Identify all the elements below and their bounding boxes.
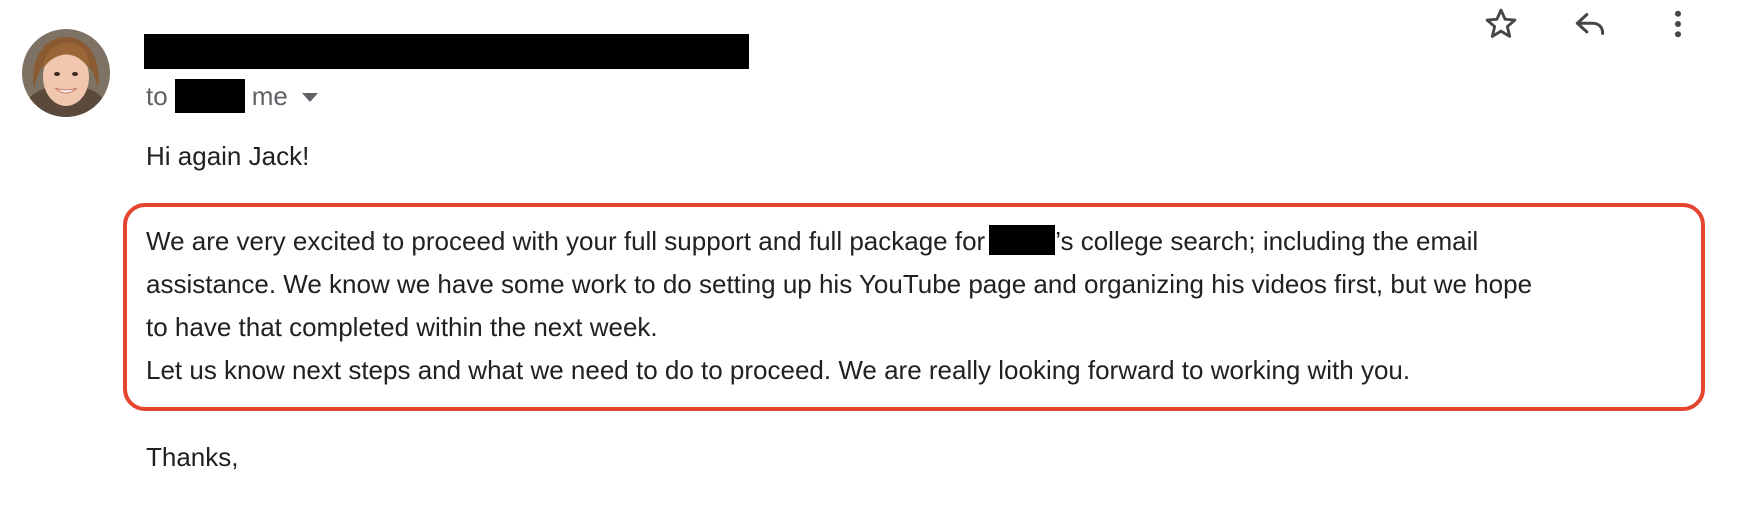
name-redacted: [989, 225, 1056, 255]
to-label: to: [146, 80, 168, 111]
avatar-photo: [22, 29, 110, 117]
signoff: Thanks,: [146, 442, 239, 472]
sender-name-redacted: [144, 34, 749, 69]
reply-icon: [1575, 12, 1605, 36]
more-options-button[interactable]: [1654, 0, 1702, 48]
recipients-line: to me: [146, 79, 318, 113]
reply-button[interactable]: [1566, 0, 1614, 48]
recipient-redacted: [174, 79, 245, 113]
message-paragraph-2: Let us know next steps and what we need …: [146, 349, 1706, 392]
recipient-me: me: [251, 80, 288, 111]
star-button[interactable]: [1477, 0, 1525, 48]
show-details-caret-icon[interactable]: [301, 93, 318, 102]
more-vertical-icon: [1674, 10, 1682, 38]
paragraph-1-line-2: assistance. We know we have some work to…: [146, 269, 1533, 299]
star-outline-icon: [1485, 8, 1517, 38]
avatar[interactable]: [22, 29, 110, 117]
paragraph-1-line-3: to have that completed within the next w…: [146, 312, 658, 342]
paragraph-2-line-1: Let us know next steps and what we need …: [146, 355, 1411, 385]
greeting: Hi again Jack!: [146, 141, 310, 171]
paragraph-1-line-1: We are very excited to proceed with your…: [146, 225, 1479, 256]
message-paragraph-1: We are very excited to proceed with your…: [146, 220, 1706, 349]
